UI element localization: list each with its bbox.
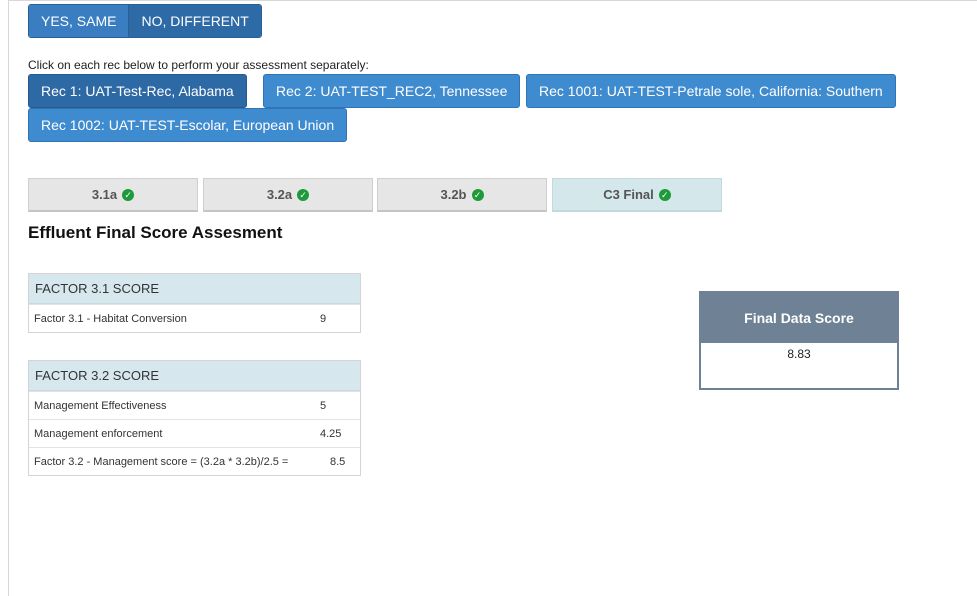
tab-label: 3.2b: [440, 187, 467, 202]
row-label: Factor 3.1 - Habitat Conversion: [34, 312, 187, 325]
check-circle-icon: ✓: [297, 188, 310, 201]
factor-3-1-table: FACTOR 3.1 SCORE Factor 3.1 - Habitat Co…: [28, 273, 361, 333]
final-data-score-value: 8.83: [787, 347, 811, 361]
row-label: Management Effectiveness: [34, 399, 167, 412]
tab-c3-final[interactable]: C3 Final ✓: [552, 178, 722, 212]
rec-button-1002[interactable]: Rec 1002: UAT-TEST-Escolar, European Uni…: [28, 108, 348, 142]
table-row: Factor 3.1 - Habitat Conversion 9: [29, 304, 360, 332]
tab-3-1a[interactable]: 3.1a ✓: [28, 178, 198, 212]
row-label: Factor 3.2 - Management score = (3.2a * …: [34, 455, 289, 468]
page-title: Effluent Final Score Assesment: [28, 223, 283, 242]
rec-button-1[interactable]: Rec 1: UAT-Test-Rec, Alabama: [28, 74, 247, 108]
tab-label: 3.2a: [266, 187, 293, 202]
rec-button-2[interactable]: Rec 2: UAT-TEST_REC2, Tennessee: [263, 74, 521, 108]
yes-same-button[interactable]: YES, SAME: [29, 5, 129, 37]
table-row: Management Effectiveness 5: [29, 391, 360, 419]
check-circle-icon: ✓: [658, 188, 671, 201]
table-row: Management enforcement 4.25: [29, 419, 360, 447]
tab-3-2b[interactable]: 3.2b ✓: [377, 178, 547, 212]
rec-button-1001[interactable]: Rec 1001: UAT-TEST-Petrale sole, Califor…: [526, 74, 896, 108]
factor-3-2-header: FACTOR 3.2 SCORE: [29, 361, 360, 391]
final-data-score-box: Final Data Score 8.83: [699, 291, 899, 390]
tab-3-2a[interactable]: 3.2a ✓: [203, 178, 373, 212]
row-value: 9: [320, 312, 327, 325]
no-different-button[interactable]: NO, DIFFERENT: [128, 5, 261, 37]
check-circle-icon: ✓: [122, 188, 135, 201]
same-different-toggle: YES, SAME NO, DIFFERENT: [28, 4, 262, 38]
final-data-score-header: Final Data Score: [701, 293, 897, 343]
table-row: Factor 3.2 - Management score = (3.2a * …: [29, 447, 360, 475]
factor-3-2-table: FACTOR 3.2 SCORE Management Effectivenes…: [28, 360, 361, 476]
factor-3-1-header: FACTOR 3.1 SCORE: [29, 274, 360, 304]
tab-label: C3 Final: [603, 187, 654, 202]
tab-label: 3.1a: [91, 187, 118, 202]
instruction-text: Click on each rec below to perform your …: [28, 58, 369, 72]
row-value: 4.25: [320, 427, 342, 440]
row-value: 5: [320, 399, 327, 412]
row-value: 8.5: [330, 455, 346, 468]
check-circle-icon: ✓: [471, 188, 484, 201]
row-label: Management enforcement: [34, 427, 163, 440]
